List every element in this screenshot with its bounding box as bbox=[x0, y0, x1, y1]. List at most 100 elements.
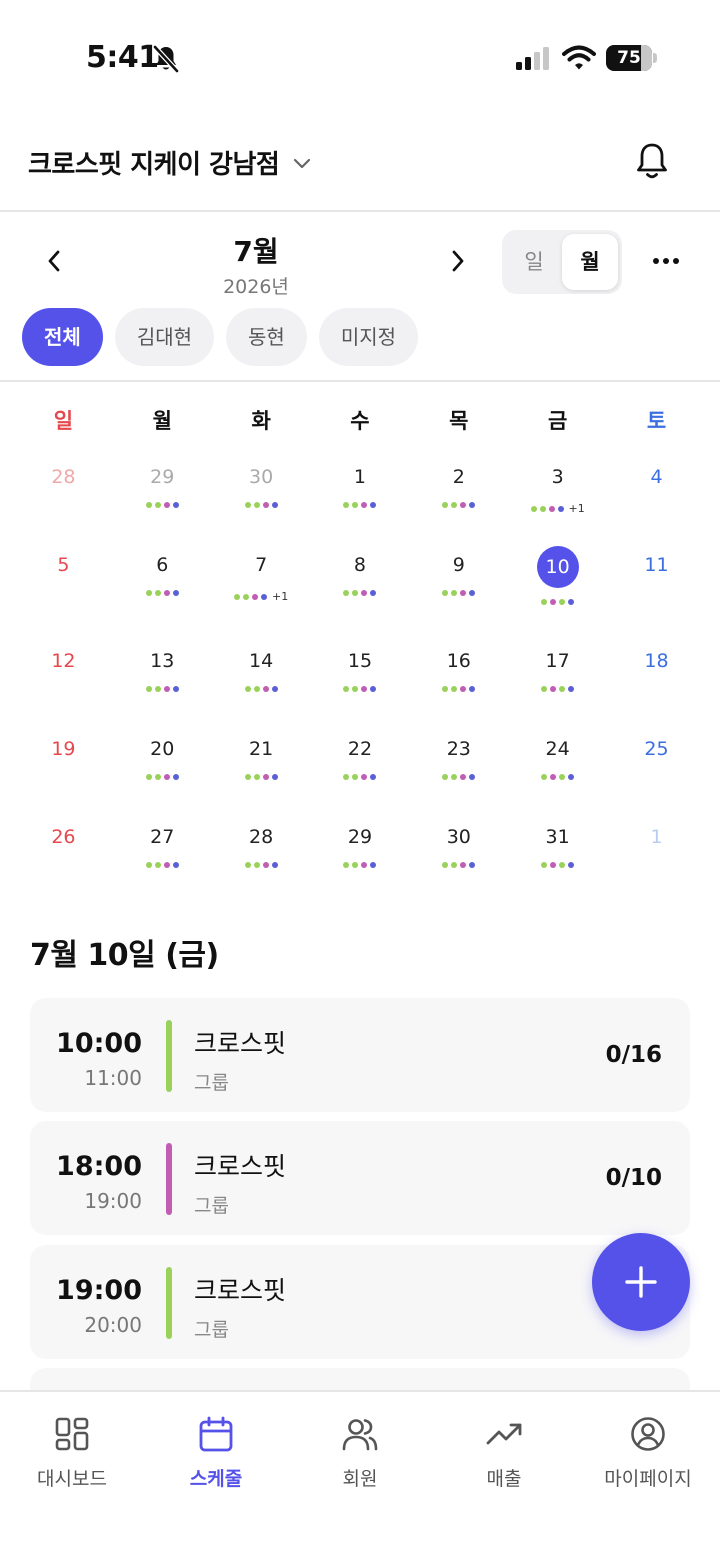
month-view-button[interactable]: 월 bbox=[562, 234, 618, 290]
month-calendar: 일월화수목금토 28 29 30 1 2 3 +1 4 5 6 7 +1 8 9 10 11 12 13 14 15 1… bbox=[14, 382, 706, 906]
event-dot bbox=[172, 590, 179, 596]
calendar-day[interactable]: 9 bbox=[409, 546, 508, 642]
event-dot bbox=[361, 686, 368, 692]
event-dots bbox=[409, 502, 508, 508]
calendar-day[interactable]: 28 bbox=[14, 458, 113, 546]
event-dots bbox=[311, 686, 410, 692]
event-dots bbox=[409, 774, 508, 780]
add-class-button[interactable] bbox=[592, 1233, 690, 1331]
day-number: 30 bbox=[446, 826, 471, 848]
filter-chip[interactable]: 김대현 bbox=[114, 308, 215, 366]
calendar-day[interactable]: 1 bbox=[311, 458, 410, 546]
calendar-day[interactable]: 30 bbox=[212, 458, 311, 546]
calendar-day[interactable]: 17 bbox=[508, 642, 607, 730]
event-dot bbox=[261, 593, 267, 600]
calendar-day[interactable]: 24 bbox=[508, 730, 607, 818]
event-dot bbox=[568, 686, 575, 692]
event-dot bbox=[262, 774, 269, 780]
filter-chip[interactable]: 전체 bbox=[22, 308, 103, 366]
event-dots bbox=[113, 686, 212, 692]
calendar-day[interactable]: 13 bbox=[113, 642, 212, 730]
gym-selector[interactable]: 크로스핏 지케이 강남점 bbox=[28, 144, 313, 181]
calendar-day[interactable]: 12 bbox=[14, 642, 113, 730]
calendar-day[interactable]: 3 +1 bbox=[508, 458, 607, 546]
event-dot bbox=[451, 862, 458, 868]
day-number: 27 bbox=[150, 826, 175, 848]
calendar-day[interactable]: 26 bbox=[14, 818, 113, 906]
tab-my-page[interactable]: 마이페이지 bbox=[576, 1414, 720, 1491]
selected-day-heading: 7월 10일 (금) bbox=[30, 938, 219, 973]
event-dot bbox=[442, 502, 449, 508]
plus-icon bbox=[625, 1266, 657, 1298]
more-events-count: +1 bbox=[568, 502, 585, 515]
day-number: 8 bbox=[353, 554, 366, 576]
class-start-time: 18:00 bbox=[56, 1151, 142, 1182]
calendar-day[interactable]: 31 bbox=[508, 818, 607, 906]
event-dot bbox=[172, 862, 179, 868]
more-options-icon[interactable] bbox=[648, 252, 684, 270]
calendar-day[interactable]: 19 bbox=[14, 730, 113, 818]
event-dots bbox=[508, 599, 607, 605]
event-dot bbox=[253, 774, 260, 780]
event-dot bbox=[370, 686, 377, 692]
calendar-day[interactable]: 29 bbox=[311, 818, 410, 906]
tab-members[interactable]: 회원 bbox=[288, 1414, 432, 1491]
event-dot bbox=[253, 686, 260, 692]
class-card[interactable]: 10:00 11:00 크로스핏 그룹 0/16 bbox=[30, 998, 690, 1112]
event-dots: +1 bbox=[508, 502, 607, 515]
calendar-day[interactable]: 1 bbox=[607, 818, 706, 906]
calendar-day-selected[interactable]: 10 bbox=[508, 546, 607, 642]
gym-name: 크로스핏 지케이 강남점 bbox=[28, 150, 280, 180]
day-number: 21 bbox=[249, 738, 274, 760]
event-dot bbox=[469, 502, 476, 508]
next-month-icon[interactable] bbox=[446, 246, 470, 276]
calendar-day[interactable]: 21 bbox=[212, 730, 311, 818]
tab-sales[interactable]: 매출 bbox=[432, 1414, 576, 1491]
event-dot bbox=[262, 502, 269, 508]
event-dots bbox=[409, 862, 508, 868]
tab-dashboard[interactable]: 대시보드 bbox=[0, 1414, 144, 1491]
calendar-day[interactable]: 16 bbox=[409, 642, 508, 730]
event-dot bbox=[460, 862, 467, 868]
class-card[interactable]: 19:00 20:00 크로스핏 그룹 bbox=[30, 1245, 690, 1359]
calendar-day[interactable]: 8 bbox=[311, 546, 410, 642]
filter-chip[interactable]: 동현 bbox=[226, 308, 307, 366]
day-number: 15 bbox=[347, 650, 373, 672]
calendar-day[interactable]: 22 bbox=[311, 730, 410, 818]
calendar-day[interactable]: 4 bbox=[607, 458, 706, 546]
cellular-signal-icon bbox=[516, 47, 549, 70]
event-dot bbox=[559, 862, 566, 868]
calendar-day[interactable]: 6 bbox=[113, 546, 212, 642]
calendar-day[interactable]: 20 bbox=[113, 730, 212, 818]
calendar-day[interactable]: 27 bbox=[113, 818, 212, 906]
calendar-day[interactable]: 23 bbox=[409, 730, 508, 818]
event-dot bbox=[469, 774, 476, 780]
day-view-button[interactable]: 일 bbox=[506, 234, 562, 290]
calendar-day[interactable]: 25 bbox=[607, 730, 706, 818]
notification-bell-icon[interactable] bbox=[632, 140, 672, 182]
calendar-day[interactable]: 11 bbox=[607, 546, 706, 642]
calendar-day[interactable]: 5 bbox=[14, 546, 113, 642]
event-dot bbox=[539, 505, 546, 512]
event-dot bbox=[163, 590, 170, 596]
calendar-day[interactable]: 18 bbox=[607, 642, 706, 730]
filter-chip[interactable]: 미지정 bbox=[318, 308, 419, 366]
event-dot bbox=[163, 502, 170, 508]
calendar-day[interactable]: 28 bbox=[212, 818, 311, 906]
calendar-day[interactable]: 30 bbox=[409, 818, 508, 906]
calendar-day[interactable]: 15 bbox=[311, 642, 410, 730]
prev-month-icon[interactable] bbox=[42, 246, 66, 276]
event-dots bbox=[508, 774, 607, 780]
class-card[interactable]: 18:00 19:00 크로스핏 그룹 0/10 bbox=[30, 1121, 690, 1235]
tab-schedule[interactable]: 스케줄 bbox=[144, 1414, 288, 1491]
calendar-day[interactable]: 7 +1 bbox=[212, 546, 311, 642]
event-dot bbox=[557, 505, 564, 512]
calendar-day[interactable]: 29 bbox=[113, 458, 212, 546]
event-dot bbox=[271, 686, 278, 692]
event-dots bbox=[113, 590, 212, 596]
month-navigation: 7월 2026년 일 월 bbox=[0, 212, 720, 304]
event-dot bbox=[271, 774, 278, 780]
calendar-day[interactable]: 2 bbox=[409, 458, 508, 546]
event-dot bbox=[352, 502, 359, 508]
calendar-day[interactable]: 14 bbox=[212, 642, 311, 730]
